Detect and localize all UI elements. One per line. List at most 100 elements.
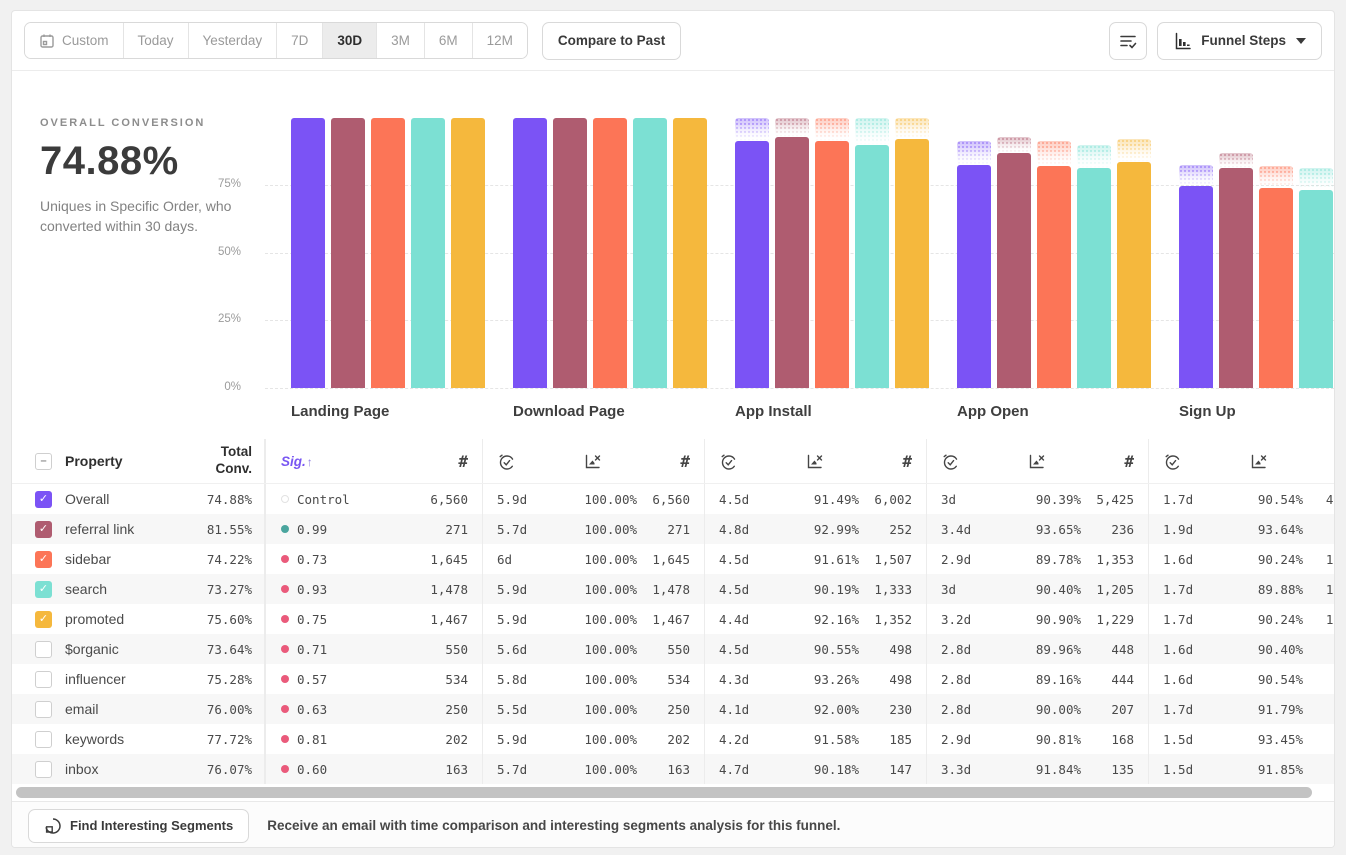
list-check-icon-button[interactable]: [1109, 22, 1147, 60]
step-conversion-value: 93.45%: [1213, 732, 1303, 747]
bar-sidebar-sign-up[interactable]: [1259, 188, 1293, 388]
table-row-sidebar[interactable]: ✓sidebar74.22%0.731,6456d100.00%1,6454.5…: [12, 544, 1334, 574]
date-range-yesterday[interactable]: Yesterday: [188, 23, 277, 58]
total-conversion-value: 73.64%: [207, 642, 252, 657]
bar-slot: [451, 118, 485, 388]
table-row--organic[interactable]: $organic73.64%0.715505.6d100.00%5504.5d9…: [12, 634, 1334, 664]
bar-loss-cap: [815, 118, 849, 141]
bar-sidebar-app-install[interactable]: [815, 141, 849, 388]
table-row-email[interactable]: email76.00%0.632505.5d100.00%2504.1d92.0…: [12, 694, 1334, 724]
row-checkbox-influencer[interactable]: [35, 671, 52, 688]
property-name: sidebar: [65, 551, 207, 567]
bar-referral-link-app-install[interactable]: [775, 137, 809, 388]
date-range-custom[interactable]: Custom: [25, 23, 123, 58]
bar-overall-landing-page[interactable]: [291, 118, 325, 388]
significance-dot: [281, 525, 289, 533]
toolbar: Custom Today Yesterday 7D 30D 3M 6M 12M …: [12, 11, 1334, 71]
bar-search-sign-up[interactable]: [1299, 190, 1333, 388]
step-count: 550: [637, 642, 704, 657]
chart-plot-area: [265, 118, 1334, 388]
table-row-keywords[interactable]: keywords77.72%0.812025.9d100.00%2024.2d9…: [12, 724, 1334, 754]
bar-referral-link-app-open[interactable]: [997, 153, 1031, 388]
bar-loss-cap: [855, 118, 889, 144]
bar-promoted-app-install[interactable]: [895, 139, 929, 388]
step-conversion-value: 90.40%: [1213, 642, 1303, 657]
step-conversion-value: 100.00%: [547, 762, 637, 777]
property-name: promoted: [65, 611, 207, 627]
footer-message: Receive an email with time comparison an…: [267, 818, 840, 833]
row-checkbox-inbox[interactable]: [35, 761, 52, 778]
step-count: 498: [859, 672, 926, 687]
category-label-download-page: Download Page: [513, 403, 625, 420]
significance-value: 0.71: [297, 642, 327, 657]
bar-sidebar-landing-page[interactable]: [371, 118, 405, 388]
row-checkbox-keywords[interactable]: [35, 731, 52, 748]
row-checkbox-sidebar[interactable]: ✓: [35, 551, 52, 568]
bar-search-download-page[interactable]: [633, 118, 667, 388]
date-range-6m[interactable]: 6M: [424, 23, 472, 58]
row-checkbox-email[interactable]: [35, 701, 52, 718]
step-count: 12: [1303, 762, 1335, 777]
bar-sidebar-app-open[interactable]: [1037, 166, 1071, 388]
row-checkbox-search[interactable]: ✓: [35, 581, 52, 598]
time-to-convert-value: 5.9d: [483, 612, 547, 627]
bar-promoted-download-page[interactable]: [673, 118, 707, 388]
bar-promoted-landing-page[interactable]: [451, 118, 485, 388]
date-range-today[interactable]: Today: [123, 23, 188, 58]
table-row-overall[interactable]: ✓Overall74.88%Control6,5605.9d100.00%6,5…: [12, 484, 1334, 514]
table-row-referral-link[interactable]: ✓referral link81.55%0.992715.7d100.00%27…: [12, 514, 1334, 544]
bar-search-landing-page[interactable]: [411, 118, 445, 388]
bar-slot: [1299, 118, 1333, 388]
step-count: 6,560: [637, 492, 704, 507]
step-count: 22: [1303, 522, 1335, 537]
date-range-3m[interactable]: 3M: [376, 23, 424, 58]
bar-overall-sign-up[interactable]: [1179, 186, 1213, 388]
total-conversion-value: 75.60%: [207, 612, 252, 627]
row-checkbox-referral-link[interactable]: ✓: [35, 521, 52, 538]
date-range-30d[interactable]: 30D: [322, 23, 376, 58]
step-conversion-value: 90.40%: [991, 582, 1081, 597]
select-all-checkbox[interactable]: –: [35, 453, 52, 470]
time-to-convert-icon: [483, 452, 547, 471]
count-icon: #: [637, 452, 704, 471]
sig-column-header[interactable]: Sig.↑#: [265, 439, 482, 483]
bar-referral-link-landing-page[interactable]: [331, 118, 365, 388]
table-row-inbox[interactable]: inbox76.07%0.601635.7d100.00%1634.7d90.1…: [12, 754, 1334, 784]
significance-value: 0.81: [297, 732, 327, 747]
date-range-12m[interactable]: 12M: [472, 23, 527, 58]
bar-overall-app-open[interactable]: [957, 165, 991, 388]
time-to-convert-value: 3.2d: [927, 612, 991, 627]
step-conversion-value: 90.81%: [991, 732, 1081, 747]
date-range-7d[interactable]: 7D: [276, 23, 322, 58]
time-to-convert-value: 4.3d: [705, 672, 769, 687]
compare-to-past-button[interactable]: Compare to Past: [542, 22, 681, 60]
step-conversion-value: 91.49%: [769, 492, 859, 507]
step-conversion-value: 90.54%: [1213, 492, 1303, 507]
bar-overall-app-install[interactable]: [735, 141, 769, 388]
table-row-promoted[interactable]: ✓promoted75.60%0.751,4675.9d100.00%1,467…: [12, 604, 1334, 634]
find-interesting-segments-button[interactable]: Find Interesting Segments: [28, 809, 249, 843]
bar-slot: [735, 118, 769, 388]
funnel-steps-dropdown[interactable]: Funnel Steps: [1157, 22, 1322, 60]
bar-search-app-install[interactable]: [855, 145, 889, 389]
bar-search-app-open[interactable]: [1077, 168, 1111, 388]
row-checkbox-promoted[interactable]: ✓: [35, 611, 52, 628]
time-to-convert-value: 5.7d: [483, 762, 547, 777]
bar-sidebar-download-page[interactable]: [593, 118, 627, 388]
row-checkbox-overall[interactable]: ✓: [35, 491, 52, 508]
time-to-convert-value: 1.5d: [1149, 732, 1213, 747]
bar-slot: [895, 118, 929, 388]
bar-referral-link-sign-up[interactable]: [1219, 168, 1253, 388]
row-checkbox--organic[interactable]: [35, 641, 52, 658]
metric-column-header-group: #: [1148, 439, 1335, 483]
bar-promoted-app-open[interactable]: [1117, 162, 1151, 388]
time-to-convert-value: 5.7d: [483, 522, 547, 537]
bar-referral-link-download-page[interactable]: [553, 118, 587, 388]
significance-value: 0.60: [297, 762, 327, 777]
table-row-search[interactable]: ✓search73.27%0.931,4785.9d100.00%1,4784.…: [12, 574, 1334, 604]
bar-chart-icon: [1173, 31, 1193, 51]
bar-overall-download-page[interactable]: [513, 118, 547, 388]
step-conversion-value: 92.99%: [769, 522, 859, 537]
table-row-influencer[interactable]: influencer75.28%0.575345.8d100.00%5344.3…: [12, 664, 1334, 694]
horizontal-scrollbar[interactable]: [16, 787, 1312, 798]
